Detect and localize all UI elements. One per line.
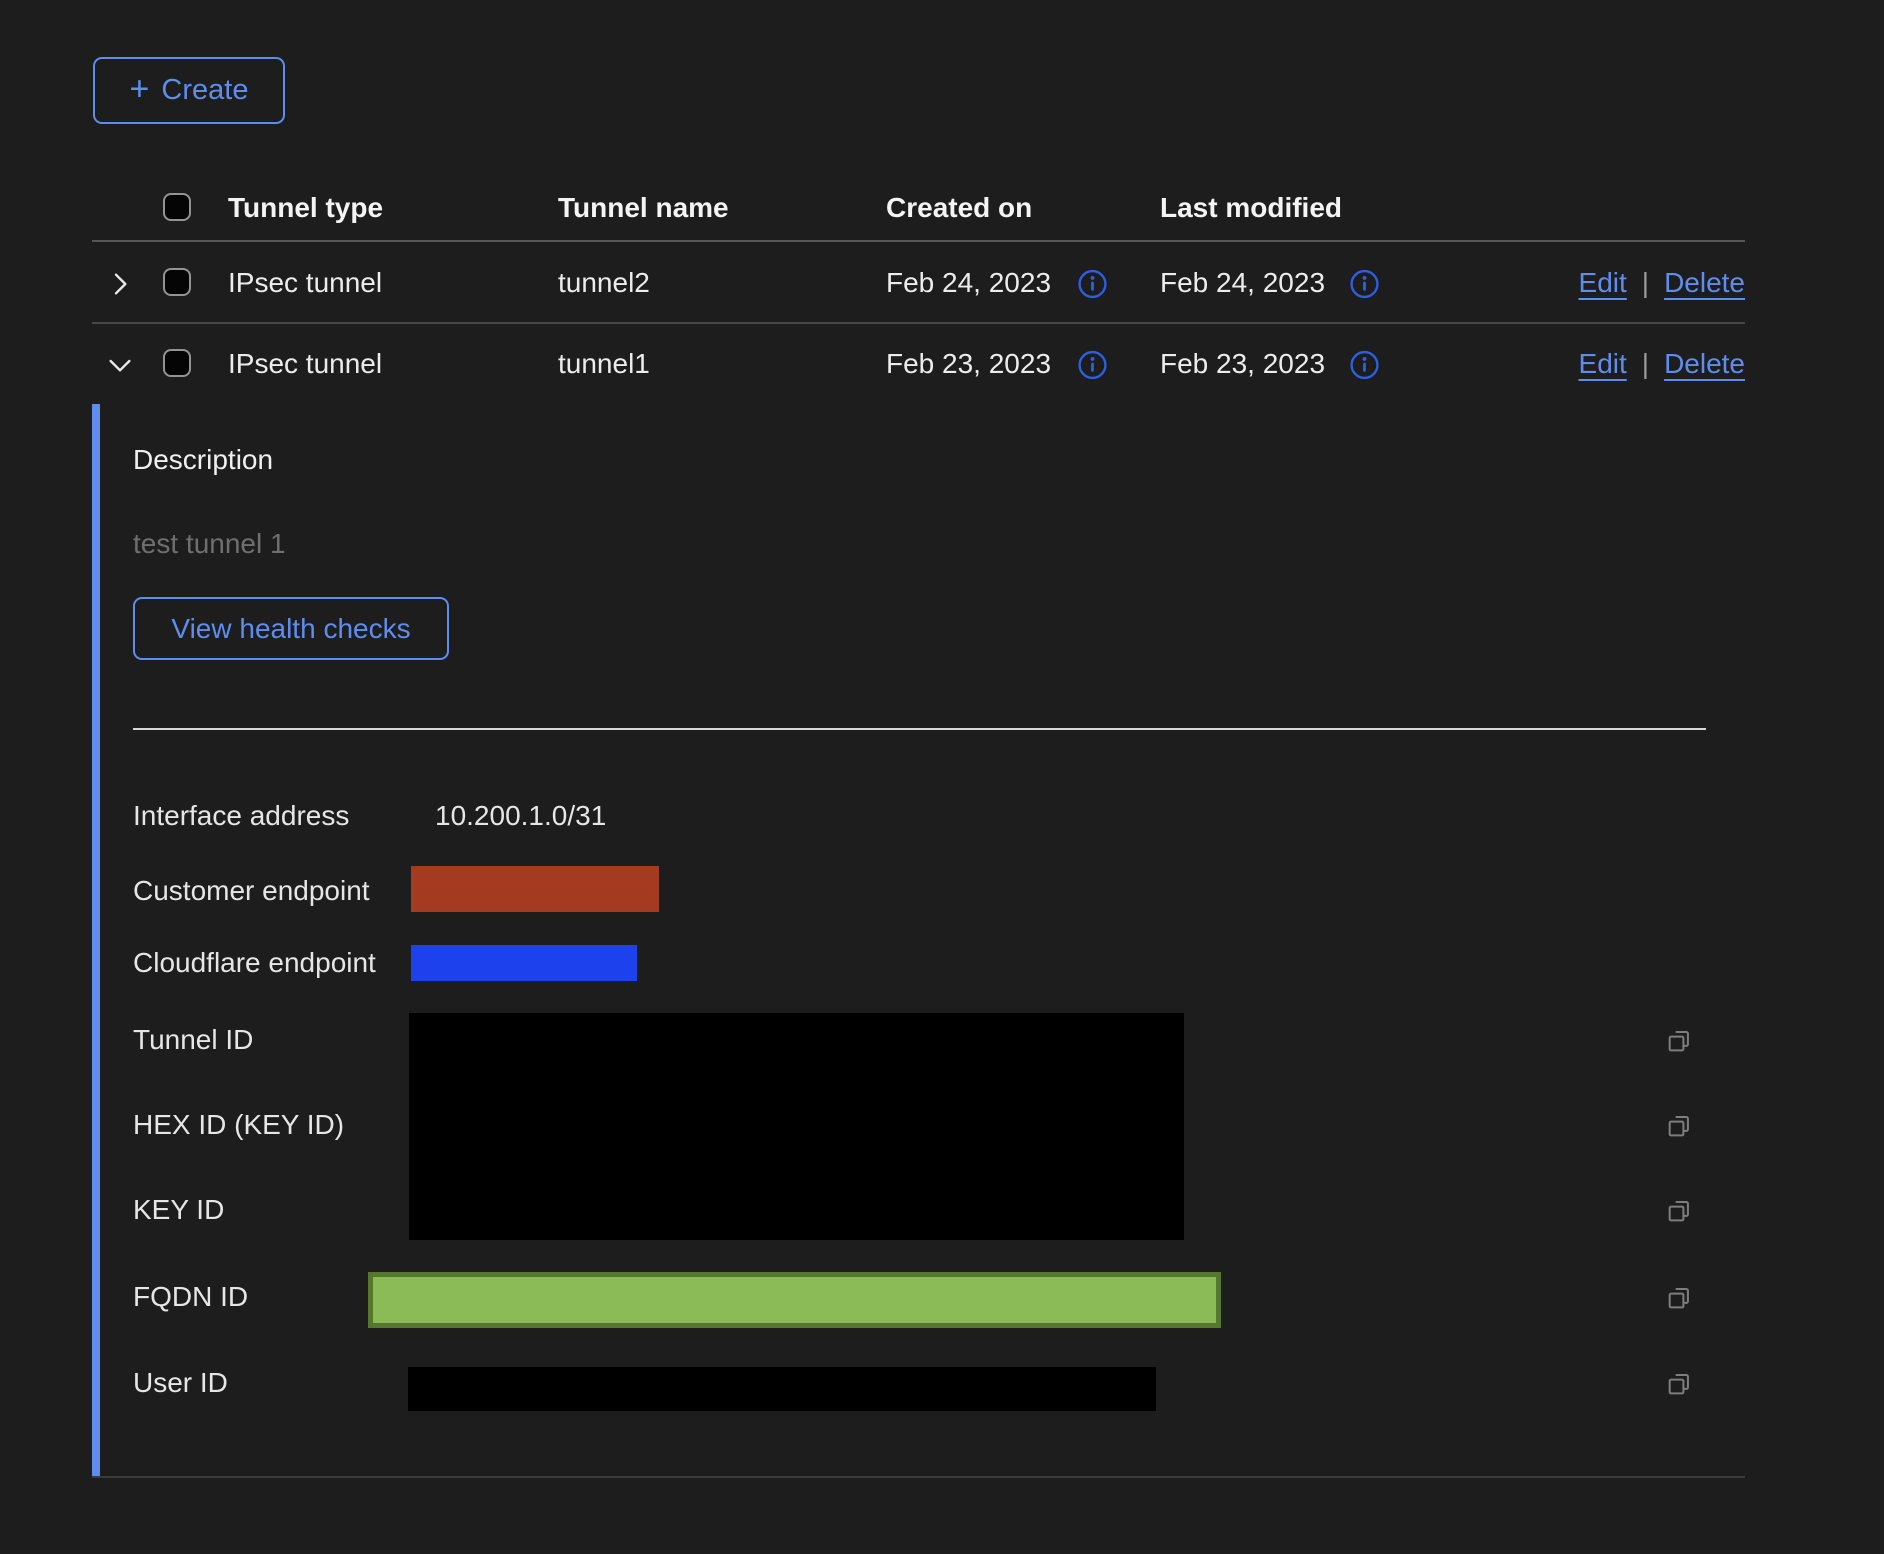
last-modified-cell: Feb 23, 2023	[1160, 348, 1325, 380]
copy-hex-id-button[interactable]	[1663, 1109, 1695, 1141]
interface-address-value: 10.200.1.0/31	[435, 800, 606, 832]
collapse-row-button[interactable]	[104, 349, 136, 381]
copy-icon	[1663, 1387, 1695, 1402]
copy-icon	[1663, 1301, 1695, 1316]
column-header-tunnel-name: Tunnel name	[558, 192, 729, 224]
row-checkbox[interactable]	[163, 268, 191, 296]
fqdn-id-redaction	[368, 1272, 1221, 1328]
description-value: test tunnel 1	[133, 528, 286, 560]
tunnel-id-label: Tunnel ID	[133, 1024, 253, 1056]
customer-endpoint-label: Customer endpoint	[133, 875, 370, 907]
description-label: Description	[133, 444, 273, 476]
copy-icon	[1663, 1044, 1695, 1059]
panel-divider	[133, 728, 1706, 730]
column-header-tunnel-type: Tunnel type	[228, 192, 383, 224]
created-info-icon[interactable]	[1077, 269, 1108, 300]
modified-info-icon[interactable]	[1349, 350, 1380, 381]
key-id-label: KEY ID	[133, 1194, 224, 1226]
copy-icon	[1663, 1214, 1695, 1229]
tunnel-type-cell: IPsec tunnel	[228, 348, 382, 380]
row-checkbox[interactable]	[163, 349, 191, 377]
copy-icon	[1663, 1129, 1695, 1144]
fqdn-id-label: FQDN ID	[133, 1281, 248, 1313]
column-header-created-on: Created on	[886, 192, 1032, 224]
delete-link[interactable]: Delete	[1664, 267, 1745, 299]
action-separator: |	[1642, 348, 1649, 380]
user-id-label: User ID	[133, 1367, 228, 1399]
interface-address-label: Interface address	[133, 800, 349, 832]
header-divider	[92, 240, 1745, 242]
table-bottom-border	[92, 1476, 1745, 1478]
expand-row-button[interactable]	[104, 268, 136, 300]
select-all-checkbox[interactable]	[163, 193, 191, 221]
hex-id-label: HEX ID (KEY ID)	[133, 1109, 344, 1141]
edit-link[interactable]: Edit	[1579, 348, 1627, 380]
tunnel-name-cell: tunnel1	[558, 348, 650, 380]
created-on-cell: Feb 23, 2023	[886, 348, 1051, 380]
copy-fqdn-id-button[interactable]	[1663, 1281, 1695, 1313]
create-button-label: Create	[161, 74, 248, 107]
last-modified-cell: Feb 24, 2023	[1160, 267, 1325, 299]
id-group-redaction	[409, 1013, 1184, 1240]
created-on-cell: Feb 24, 2023	[886, 267, 1051, 299]
column-header-last-modified: Last modified	[1160, 192, 1342, 224]
modified-info-icon[interactable]	[1349, 269, 1380, 300]
chevron-right-icon	[104, 288, 136, 303]
edit-link[interactable]: Edit	[1579, 267, 1627, 299]
create-button[interactable]: + Create	[93, 57, 285, 124]
plus-icon: +	[130, 72, 150, 106]
tunnels-page: + Create Tunnel type Tunnel name Created…	[0, 0, 1884, 1554]
copy-key-id-button[interactable]	[1663, 1194, 1695, 1226]
user-id-redaction	[408, 1367, 1156, 1411]
expanded-accent-bar	[92, 404, 100, 1477]
view-health-checks-button[interactable]: View health checks	[133, 597, 449, 660]
tunnel-type-cell: IPsec tunnel	[228, 267, 382, 299]
cloudflare-endpoint-redaction	[411, 945, 637, 981]
copy-user-id-button[interactable]	[1663, 1367, 1695, 1399]
customer-endpoint-redaction	[411, 866, 659, 912]
tunnel-name-cell: tunnel2	[558, 267, 650, 299]
delete-link[interactable]: Delete	[1664, 348, 1745, 380]
action-separator: |	[1642, 267, 1649, 299]
cloudflare-endpoint-label: Cloudflare endpoint	[133, 947, 376, 979]
chevron-down-icon	[104, 369, 136, 384]
row-divider	[92, 322, 1745, 324]
row-actions: Edit | Delete	[1579, 267, 1745, 299]
row-actions: Edit | Delete	[1579, 348, 1745, 380]
copy-tunnel-id-button[interactable]	[1663, 1024, 1695, 1056]
created-info-icon[interactable]	[1077, 350, 1108, 381]
